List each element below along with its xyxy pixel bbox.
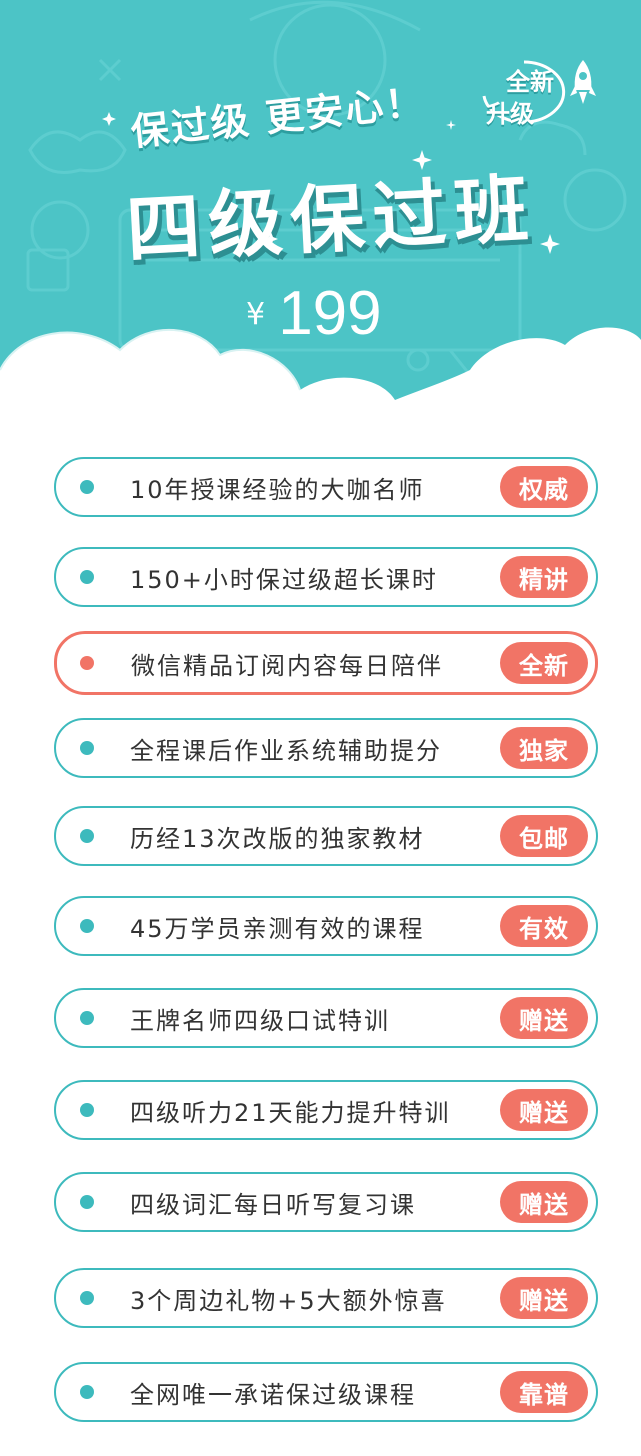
feature-row: 四级听力21天能力提升特训 赠送 xyxy=(54,1080,598,1140)
feature-row: 10年授课经验的大咖名师 权威 xyxy=(54,457,598,517)
bullet-dot xyxy=(80,741,94,755)
bullet-dot xyxy=(80,480,94,494)
feature-row: 3个周边礼物+5大额外惊喜 赠送 xyxy=(54,1268,598,1328)
feature-row: 历经13次改版的独家教材 包邮 xyxy=(54,806,598,866)
feature-text: 四级听力21天能力提升特训 xyxy=(130,1098,451,1127)
feature-text: 150+小时保过级超长课时 xyxy=(130,565,438,594)
feature-row: 150+小时保过级超长课时 精讲 xyxy=(54,547,598,607)
feature-row: 45万学员亲测有效的课程 有效 xyxy=(54,896,598,956)
feature-tag: 赠送 xyxy=(500,1277,588,1319)
feature-tag: 赠送 xyxy=(500,1181,588,1223)
feature-tag: 有效 xyxy=(500,905,588,947)
feature-text: 微信精品订阅内容每日陪伴 xyxy=(131,651,443,680)
feature-list: 10年授课经验的大咖名师 权威 150+小时保过级超长课时 精讲 微信精品订阅内… xyxy=(0,0,641,1456)
feature-text: 四级词汇每日听写复习课 xyxy=(130,1190,416,1219)
bullet-dot xyxy=(80,570,94,584)
bullet-dot xyxy=(80,1291,94,1305)
bullet-dot xyxy=(80,656,94,670)
feature-tag: 包邮 xyxy=(500,815,588,857)
bullet-dot xyxy=(80,829,94,843)
bullet-dot xyxy=(80,1011,94,1025)
feature-tag: 全新 xyxy=(500,642,588,684)
feature-tag: 赠送 xyxy=(500,1089,588,1131)
feature-text: 历经13次改版的独家教材 xyxy=(130,824,425,853)
bullet-dot xyxy=(80,1103,94,1117)
feature-row: 王牌名师四级口试特训 赠送 xyxy=(54,988,598,1048)
feature-row-highlighted: 微信精品订阅内容每日陪伴 全新 xyxy=(54,631,598,695)
feature-text: 全程课后作业系统辅助提分 xyxy=(130,736,442,765)
bullet-dot xyxy=(80,1195,94,1209)
feature-row: 全网唯一承诺保过级课程 靠谱 xyxy=(54,1362,598,1422)
feature-tag: 赠送 xyxy=(500,997,588,1039)
feature-text: 45万学员亲测有效的课程 xyxy=(130,914,425,943)
feature-row: 四级词汇每日听写复习课 赠送 xyxy=(54,1172,598,1232)
feature-text: 王牌名师四级口试特训 xyxy=(130,1006,390,1035)
feature-text: 3个周边礼物+5大额外惊喜 xyxy=(130,1286,447,1315)
feature-tag: 独家 xyxy=(500,727,588,769)
feature-text: 全网唯一承诺保过级课程 xyxy=(130,1380,416,1409)
feature-tag: 权威 xyxy=(500,466,588,508)
feature-tag: 靠谱 xyxy=(500,1371,588,1413)
feature-text: 10年授课经验的大咖名师 xyxy=(130,475,425,504)
bullet-dot xyxy=(80,1385,94,1399)
promo-page: 保过级 更安心！ 全新 升级 四级保过班 ¥ 199 10年授课经验的大咖名师 … xyxy=(0,0,641,1456)
bullet-dot xyxy=(80,919,94,933)
feature-row: 全程课后作业系统辅助提分 独家 xyxy=(54,718,598,778)
feature-tag: 精讲 xyxy=(500,556,588,598)
